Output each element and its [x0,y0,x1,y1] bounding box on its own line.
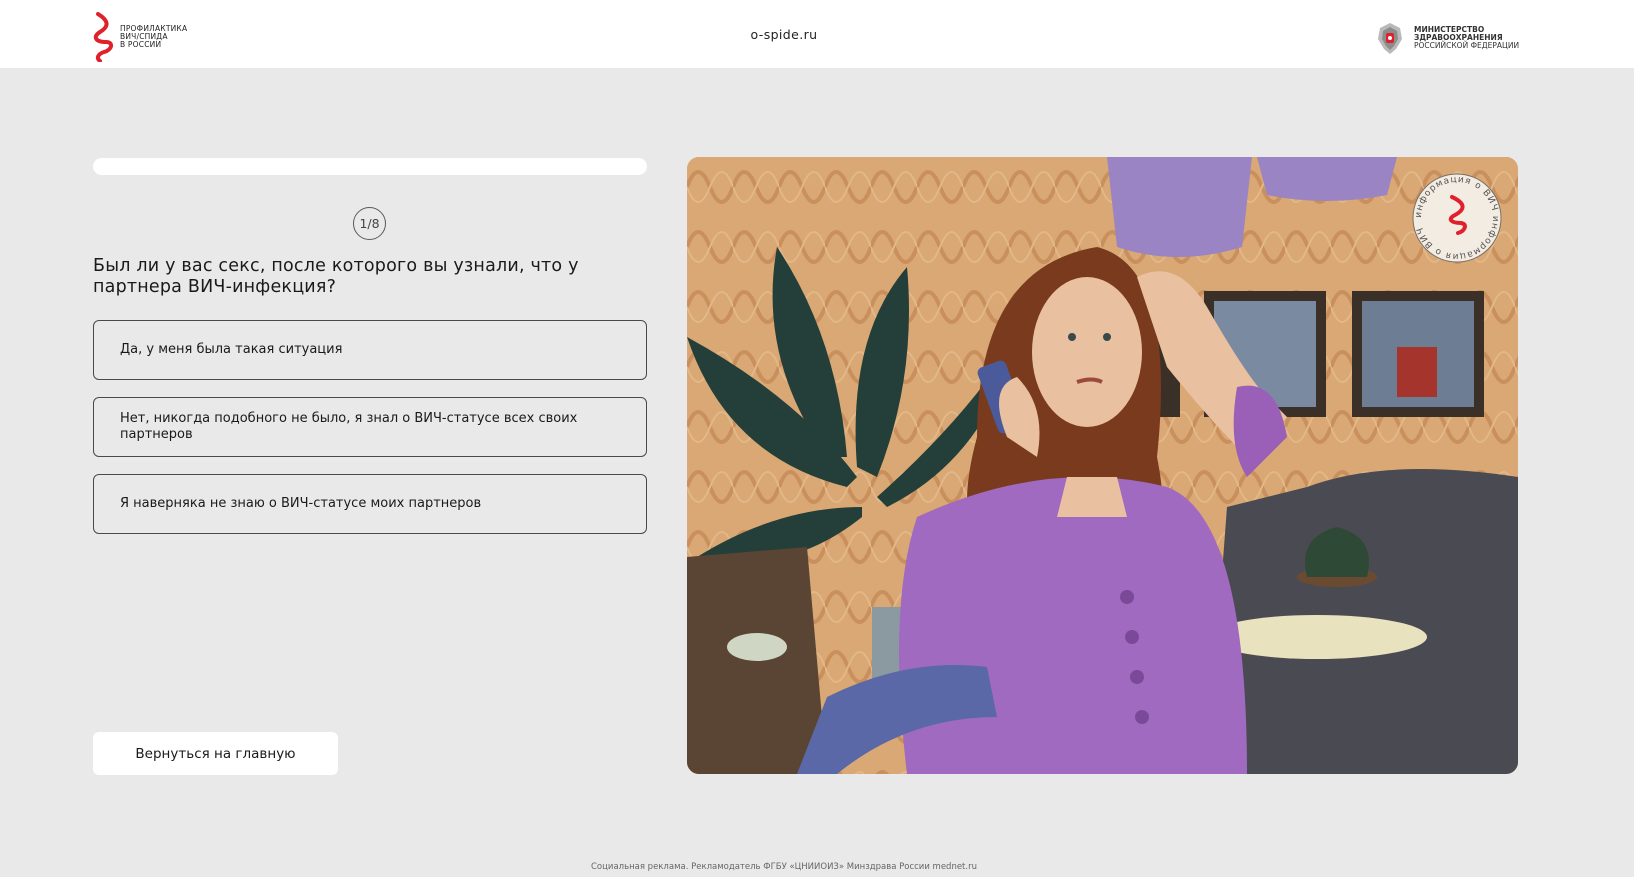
step-counter: 1/8 [353,207,386,240]
quiz-illustration: информация о ВИЧ информация о ВИЧ [687,157,1518,774]
quiz-progress-bar [93,158,647,175]
answer-option-label: Я наверняка не знаю о ВИЧ-статусе моих п… [120,496,482,511]
back-to-home-button[interactable]: Вернуться на главную [93,732,338,775]
site-url[interactable]: o-spide.ru [0,27,1568,42]
question-text: Был ли у вас секс, после которого вы узн… [93,256,579,297]
header: ПРОФИЛАКТИКА ВИЧ/СПИДа В РОССИИ o-spide.… [0,0,1634,68]
coat-of-arms-icon [1378,23,1402,54]
illustration-art: информация о ВИЧ информация о ВИЧ [687,157,1518,774]
footer-disclaimer: Социальная реклама. Рекламодатель ФГБУ «… [591,862,977,872]
lamp-shade [1257,157,1397,201]
hiv-info-stamp: информация о ВИЧ информация о ВИЧ [1412,173,1502,263]
answer-option-label: Нет, никогда подобного не было, я знал о… [120,411,578,442]
answer-option-label: Да, у меня была такая ситуация [120,342,343,357]
answer-option-3[interactable]: Я наверняка не знаю о ВИЧ-статусе моих п… [93,474,647,534]
answer-option-2[interactable]: Нет, никогда подобного не было, я знал о… [93,397,647,457]
answer-option-1[interactable]: Да, у меня была такая ситуация [93,320,647,380]
ministry-text: МИНИСТЕРСТВО ЗДРАВООХРАНЕНИЯ РОССИЙСКОЙ … [1414,25,1520,50]
ministry-logo[interactable]: МИНИСТЕРСТВО ЗДРАВООХРАНЕНИЯ РОССИЙСКОЙ … [1371,18,1519,58]
lamp-shade [1107,157,1252,257]
